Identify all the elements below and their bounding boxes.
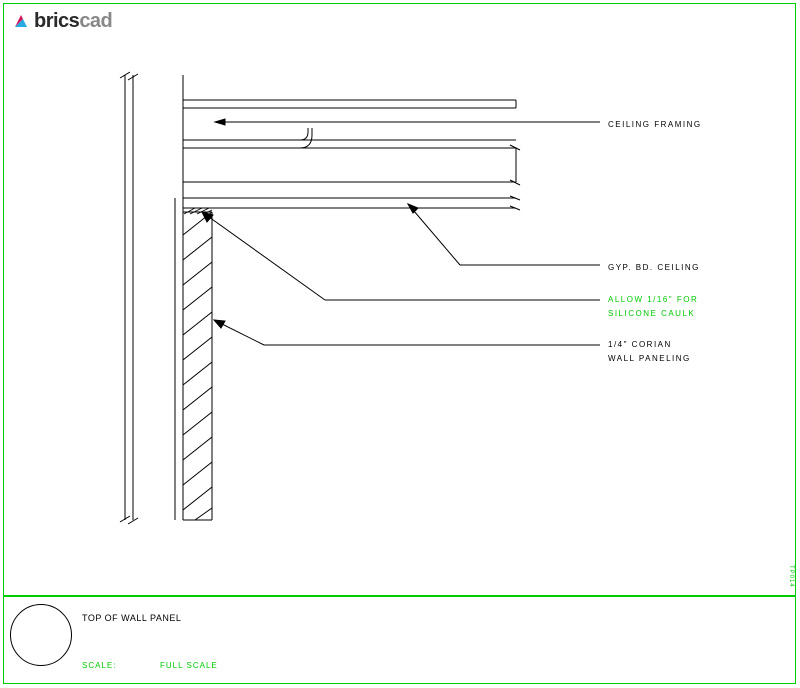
label-ceiling-framing: CEILING FRAMING — [608, 118, 702, 132]
detail-bubble — [10, 604, 72, 666]
scale-value: FULL SCALE — [160, 661, 218, 670]
label-gyp-bd-ceiling: GYP. BD. CEILING — [608, 261, 700, 275]
drawing-title: TOP OF WALL PANEL — [82, 613, 181, 623]
label-corian-panel: 1/4" CORIAN WALL PANELING — [608, 338, 691, 367]
titleblock-divider — [4, 595, 795, 597]
scale-label: SCALE: — [82, 661, 116, 670]
side-reference: TP014 — [788, 565, 794, 588]
label-allow-caulk: ALLOW 1/16" FOR SILICONE CAULK — [608, 293, 698, 322]
